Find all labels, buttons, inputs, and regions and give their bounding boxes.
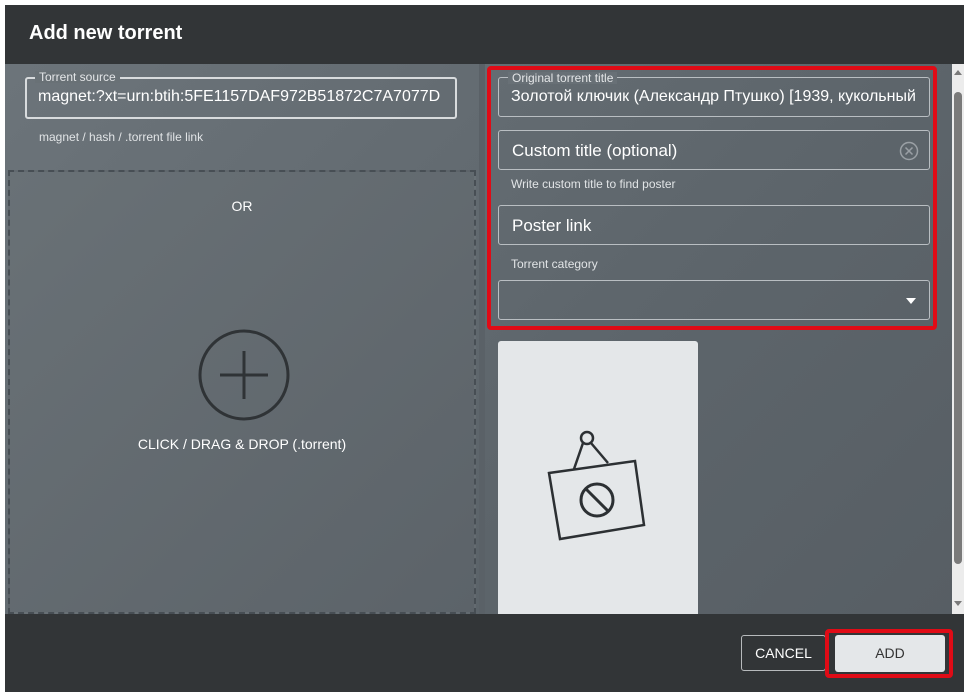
torrent-source-helper: magnet / hash / .torrent file link: [39, 130, 204, 144]
custom-title-placeholder: Custom title (optional): [512, 141, 678, 160]
source-panel: Torrent source magnet:?xt=urn:btih:5FE11…: [5, 64, 479, 614]
scroll-up-arrow[interactable]: [954, 70, 962, 75]
clear-circle-icon[interactable]: [899, 141, 919, 161]
custom-title-helper: Write custom title to find poster: [511, 177, 676, 191]
poster-link-field[interactable]: Poster link: [498, 205, 930, 245]
poster-preview: [498, 341, 698, 614]
torrent-file-dropzone[interactable]: OR CLICK / DRAG & DROP (.torrent): [8, 170, 476, 614]
dialog-title: Add new torrent: [29, 22, 183, 44]
torrent-source-value[interactable]: magnet:?xt=urn:btih:5FE1157DAF972B51872C…: [38, 88, 450, 106]
original-title-value[interactable]: Золотой ключик (Александр Птушко) [1939,…: [511, 88, 919, 106]
dropzone-label: CLICK / DRAG & DROP (.torrent): [137, 436, 347, 452]
no-poster-icon: [547, 430, 646, 541]
dialog-footer: CANCEL ADD: [5, 614, 964, 692]
torrent-source-field[interactable]: Torrent source magnet:?xt=urn:btih:5FE11…: [25, 71, 457, 119]
add-button[interactable]: ADD: [835, 635, 945, 672]
poster-link-placeholder: Poster link: [512, 216, 592, 235]
cancel-button[interactable]: CANCEL: [741, 635, 826, 671]
plus-circle-icon[interactable]: [197, 328, 291, 422]
original-title-field[interactable]: Original torrent title Золотой ключик (А…: [498, 72, 930, 117]
add-torrent-dialog: Add new torrent Torrent source magnet:?x…: [5, 5, 964, 692]
scroll-down-arrow[interactable]: [954, 601, 962, 606]
dialog-body: Torrent source magnet:?xt=urn:btih:5FE11…: [5, 64, 964, 614]
torrent-details-panel: Original torrent title Золотой ключик (А…: [485, 64, 964, 614]
vertical-scrollbar[interactable]: [952, 64, 964, 614]
torrent-source-label: Torrent source: [35, 71, 120, 83]
caret-down-icon[interactable]: [906, 298, 916, 304]
custom-title-field[interactable]: Custom title (optional): [498, 130, 930, 170]
original-title-label: Original torrent title: [508, 72, 618, 84]
torrent-category-select[interactable]: [498, 280, 930, 320]
dialog-header: Add new torrent: [5, 5, 964, 64]
torrent-category-label: Torrent category: [511, 257, 598, 271]
or-separator: OR: [231, 198, 253, 214]
scroll-thumb[interactable]: [954, 92, 962, 564]
